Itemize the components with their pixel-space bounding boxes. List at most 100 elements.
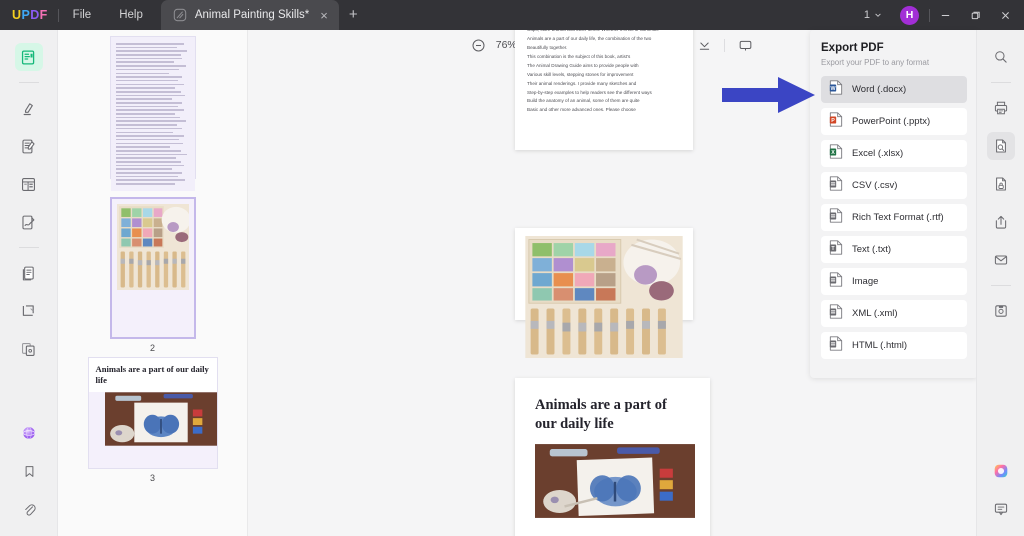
export-option-label: XML (.xml) — [852, 308, 898, 319]
sidebar-item-attachments[interactable] — [15, 495, 43, 523]
export-option-xml[interactable]: XML (.xml) — [821, 300, 967, 327]
svg-text:X: X — [831, 149, 835, 155]
signature-icon — [22, 215, 35, 229]
powerpoint-icon: P — [829, 111, 843, 132]
thumbnail-text-line — [115, 43, 184, 45]
document-tab-icon — [173, 8, 187, 22]
tool-share[interactable] — [987, 208, 1015, 236]
sidebar-item-crop[interactable] — [15, 297, 43, 325]
thumbnail-text-line — [115, 105, 179, 108]
avatar[interactable]: H — [900, 5, 919, 25]
page-2-line: Various skill levels, stepping stones fo… — [527, 71, 634, 77]
new-tab-button[interactable]: + — [339, 0, 368, 30]
thumbnail-text-line — [115, 146, 171, 148]
thumbnail-page-3[interactable]: Animals are a part of our daily life 3 — [87, 357, 218, 484]
menu-help[interactable]: Help — [105, 0, 157, 30]
lock-document-icon — [995, 177, 1006, 191]
tool-search[interactable] — [987, 43, 1015, 71]
window-instance-count: 1 — [863, 9, 870, 21]
sidebar-item-reader[interactable] — [14, 43, 43, 71]
page-thumbnails-panel[interactable]: 1 2 Animals are a part of our daily life 3 — [58, 30, 248, 536]
pointer-arrow-annotation — [722, 77, 815, 113]
maximize-button[interactable] — [960, 0, 990, 30]
thumbnail-text-line — [115, 161, 182, 163]
tool-ai-chat[interactable] — [987, 457, 1015, 485]
sidebar-item-sign[interactable] — [15, 208, 43, 236]
thumbnail-text-lines — [115, 43, 190, 185]
sidebar-item-bookmarks[interactable] — [15, 457, 43, 485]
tool-feedback[interactable] — [987, 495, 1015, 523]
toolbar-divider-2 — [724, 38, 726, 52]
word-icon: W — [829, 79, 843, 100]
export-option-rtf[interactable]: Rich Text Format (.rtf) — [821, 204, 967, 231]
tool-export[interactable] — [986, 132, 1015, 160]
thumbnail-text-line — [115, 168, 173, 170]
right-tool-rail — [976, 30, 1024, 536]
tool-email[interactable] — [987, 246, 1015, 274]
tool-print[interactable] — [987, 94, 1015, 122]
sidebar-item-edit-pdf[interactable] — [15, 132, 43, 160]
page-2-line: Build the anatomy of an animal, some of … — [527, 98, 640, 104]
tool-save-as[interactable] — [987, 297, 1015, 325]
page-2-line: Their animal renderings. I provide many … — [527, 80, 637, 86]
minimize-icon — [941, 14, 949, 16]
export-panel-title: Export PDF — [821, 42, 884, 54]
thumbnail-text-line — [115, 138, 180, 141]
maximize-icon — [971, 11, 980, 19]
sidebar-item-organize-pages[interactable] — [15, 259, 43, 287]
thumbnail-text-line — [115, 90, 181, 93]
rail-divider — [18, 82, 39, 83]
sidebar-item-forms[interactable] — [15, 170, 43, 198]
tool-protect[interactable] — [987, 170, 1015, 198]
excel-icon: X — [829, 143, 843, 164]
thumbnail-text-line — [115, 109, 184, 111]
envelope-icon — [994, 255, 1007, 265]
minimize-button[interactable] — [930, 0, 960, 30]
export-option-label: Text (.txt) — [852, 244, 892, 255]
bookmark-icon — [25, 465, 33, 477]
thumbnail-page-number: 2 — [149, 343, 155, 353]
export-option-powerpoint[interactable]: P PowerPoint (.pptx) — [821, 108, 967, 135]
thumbnail-page-heading-area: Animals are a part of our daily life — [88, 358, 217, 393]
sidebar-item-ai-assistant[interactable] — [15, 419, 43, 447]
thumbnail-page-1[interactable]: 1 — [109, 36, 196, 193]
thumbnail-text-page — [110, 37, 195, 191]
feedback-chat-icon — [994, 503, 1008, 516]
thumbnail-page-2[interactable]: 2 — [109, 197, 196, 353]
tab-close-icon[interactable]: × — [317, 9, 331, 22]
thumbnail-text-line — [115, 124, 177, 126]
page-2-line: Beautifully together. — [527, 44, 568, 50]
ai-sphere-icon — [22, 426, 36, 440]
thumbnail-text-line — [115, 87, 176, 89]
menu-file[interactable]: File — [59, 0, 106, 30]
last-page-button[interactable] — [693, 34, 715, 56]
sidebar-item-convert[interactable] — [15, 335, 43, 363]
window-instance-selector[interactable]: 1 — [856, 9, 890, 21]
document-tab[interactable]: Animal Painting Skills* × — [160, 0, 339, 30]
sidebar-item-annotate[interactable] — [15, 94, 43, 122]
zoom-out-icon — [472, 39, 485, 51]
thumbnail-preview — [109, 36, 196, 191]
thumbnail-text-line — [115, 98, 172, 100]
export-option-html[interactable]: HTML (.html) — [821, 332, 967, 359]
export-option-text[interactable]: T Text (.txt) — [821, 236, 967, 263]
presentation-mode-button[interactable] — [734, 34, 756, 56]
thumbnail-text-line — [115, 175, 179, 178]
export-option-csv[interactable]: CSV (.csv) — [821, 172, 967, 199]
document-page-3: Animals are a part of our daily life — [515, 378, 710, 536]
thumbnail-text-line — [115, 94, 186, 97]
export-panel-subtitle: Export your PDF to any format — [821, 58, 930, 67]
zoom-out-button[interactable] — [468, 34, 490, 56]
thumbnail-page-number: 3 — [149, 473, 155, 484]
thumbnail-palette-photo — [116, 204, 190, 291]
export-option-label: Word (.docx) — [852, 84, 907, 95]
export-option-label: PowerPoint (.pptx) — [852, 116, 931, 127]
export-option-label: Image — [852, 276, 879, 287]
thumbnail-text-line — [115, 183, 176, 185]
close-button[interactable] — [990, 0, 1020, 30]
export-option-image[interactable]: Image — [821, 268, 967, 295]
export-option-word[interactable]: W Word (.docx) — [821, 76, 967, 103]
svg-text:P: P — [831, 117, 835, 123]
export-option-excel[interactable]: X Excel (.xlsx) — [821, 140, 967, 167]
thumbnail-text-line — [115, 116, 180, 119]
